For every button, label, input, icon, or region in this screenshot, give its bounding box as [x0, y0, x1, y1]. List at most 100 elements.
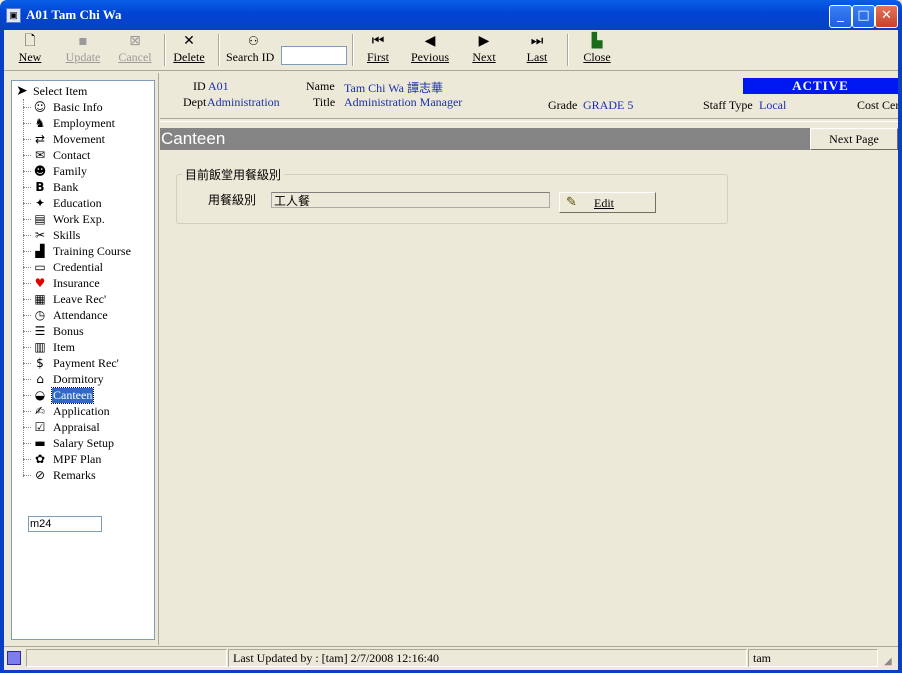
delete-button[interactable]: ✕ Delete: [167, 32, 211, 68]
header-divider: [160, 118, 898, 119]
next-page-label: Next Page: [829, 132, 879, 146]
tree-branch-line: [23, 267, 31, 268]
tree-branch-line: [23, 411, 31, 412]
toolbar-separator: [164, 34, 166, 66]
checkbox-icon: ☑: [34, 420, 46, 434]
tree-branch-line: [23, 155, 31, 156]
training-icon: ▟: [35, 244, 45, 258]
tree-branch-line: [23, 187, 31, 188]
clock-icon: ◷: [34, 308, 46, 322]
contact-icon: ✉: [34, 148, 46, 162]
next-button[interactable]: ▶ Next: [462, 32, 506, 68]
title-value: Administration Manager: [344, 95, 463, 109]
credential-icon: ▭: [34, 260, 46, 274]
tree-item-label: Credential: [53, 260, 103, 274]
tree-item-label: Appraisal: [53, 420, 100, 434]
meal-level-field: 工人餐: [271, 192, 550, 208]
resize-grip-icon[interactable]: ◢: [884, 656, 896, 668]
id-label: ID: [193, 79, 206, 93]
tree-item-label: Bank: [53, 180, 79, 194]
document-icon: ▤: [34, 212, 46, 226]
next-page-button[interactable]: Next Page: [810, 128, 898, 150]
delete-icon: ✕: [183, 33, 195, 49]
application-icon: ✍: [34, 404, 46, 418]
tree-item-label: Training Course: [53, 244, 131, 258]
first-button[interactable]: ⏮ First: [356, 32, 400, 68]
tree-code-input[interactable]: [28, 516, 102, 532]
window-frame-right: [898, 30, 902, 673]
tree-item-label: Leave Rec': [53, 292, 107, 306]
header-divider-highlight: [160, 121, 898, 122]
close-icon[interactable]: ✕: [875, 5, 898, 28]
previous-button[interactable]: ◀ Pevious: [408, 32, 452, 68]
new-button[interactable]: 🗋 New: [8, 32, 52, 68]
movement-icon: ⇄: [34, 132, 46, 146]
section-title: Canteen: [160, 128, 811, 150]
last-record-icon: ⏭: [530, 33, 544, 49]
status-indicator-icon: [7, 651, 21, 665]
tree-item-label: Insurance: [53, 276, 100, 290]
calendar-icon: ▦: [34, 292, 46, 306]
tree-branch-line: [23, 331, 31, 332]
tree-branch-line: [23, 299, 31, 300]
tree-item-label: Salary Setup: [53, 436, 114, 450]
panel-divider[interactable]: [158, 73, 159, 645]
tree-branch-line: [23, 123, 31, 124]
tree-item-label: Remarks: [53, 468, 96, 482]
tree-item-label: Work Exp.: [53, 212, 105, 226]
tree-branch-line: [23, 395, 31, 396]
bonus-icon: ☰: [34, 324, 46, 338]
user-icon: ☺: [33, 100, 47, 114]
window-title-bar[interactable]: ▣ A01 Tam Chi Wa _ □ ✕: [0, 0, 902, 30]
tree-branch-line: [23, 139, 31, 140]
close-button[interactable]: ▙ Close: [575, 32, 619, 68]
tree-branch-line: [23, 235, 31, 236]
item-icon: ▥: [34, 340, 46, 354]
next-record-icon: ▶: [478, 33, 490, 49]
tree-branch-line: [23, 475, 31, 476]
window-frame-left: [0, 30, 4, 673]
pencil-icon: ✎: [566, 195, 577, 210]
new-document-icon: 🗋: [24, 33, 36, 49]
tree-item-label: Bonus: [53, 324, 84, 338]
tree-branch-line: [23, 219, 31, 220]
bank-icon: B: [35, 180, 45, 194]
minimize-icon[interactable]: _: [829, 5, 852, 28]
tree-branch-line: [23, 203, 31, 204]
tree-branch-line: [23, 171, 31, 172]
last-button[interactable]: ⏭ Last: [515, 32, 559, 68]
search-id-label: Search ID: [226, 50, 275, 64]
cancel-button[interactable]: ⊠ Cancel: [113, 32, 157, 68]
tree-branch-line: [23, 379, 31, 380]
house-icon: ⌂: [36, 372, 44, 386]
bowl-icon: ◒: [34, 388, 46, 402]
tree-item-label: Movement: [53, 132, 105, 146]
tree-item-label: Skills: [53, 228, 81, 242]
tree-item-label: Attendance: [53, 308, 108, 322]
app-icon: ▣: [6, 8, 21, 23]
staff-type-value: Local: [759, 98, 787, 112]
toolbar-separator: [567, 34, 569, 66]
toolbar: 🗋 New ▪ Update ⊠ Cancel ✕ Delete ⚇ Searc…: [4, 30, 898, 71]
binoculars-icon: ⚇: [248, 34, 259, 48]
navigation-tree[interactable]: ➤ Select Item ☺ Basic Info ♞ Employment ⇄ Mov…: [11, 80, 155, 640]
tree-branch-line: [23, 283, 31, 284]
heart-icon: ♥: [34, 276, 46, 290]
tree-branch-line: [23, 443, 31, 444]
tree-item-label: Item: [53, 340, 75, 354]
maximize-icon[interactable]: □: [852, 5, 875, 28]
education-icon: ✦: [34, 196, 46, 210]
pointer-icon: ➤: [16, 83, 28, 99]
tree-item-label: MPF Plan: [53, 452, 102, 466]
mpf-icon: ✿: [34, 452, 46, 466]
edit-button[interactable]: ✎ Edit: [559, 192, 656, 213]
update-button[interactable]: ▪ Update: [61, 32, 105, 68]
toolbar-separator: [218, 34, 220, 66]
tree-branch-line: [23, 427, 31, 428]
grade-label: Grade: [548, 98, 578, 112]
search-id-input[interactable]: [281, 46, 347, 65]
tree-item-label: Family: [53, 164, 88, 178]
employment-icon: ♞: [34, 116, 46, 130]
title-label: Title: [313, 95, 336, 109]
current-user: tam: [748, 649, 878, 667]
